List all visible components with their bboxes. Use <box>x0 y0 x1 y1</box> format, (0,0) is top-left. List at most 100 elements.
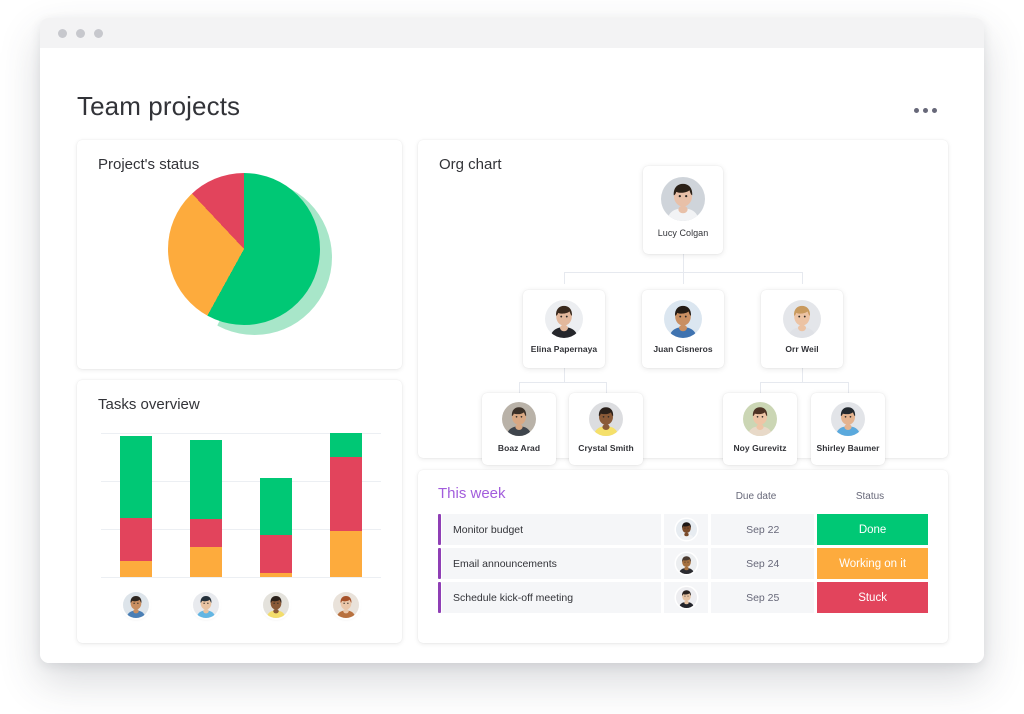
bar-chart-axis-avatars <box>101 592 381 622</box>
org-chart-card: Org chart Lucy Colgan Elina Papernaya Juan… <box>418 140 948 465</box>
bar-segment-working-on-it <box>330 530 362 577</box>
org-node-name: Boaz Arad <box>497 443 541 453</box>
task-assignee-cell[interactable] <box>663 548 709 579</box>
org-chart-canvas: Lucy Colgan Elina Papernaya Juan Cisneros O… <box>418 140 948 465</box>
column-header-due-date: Due date <box>735 491 777 502</box>
org-node-name: Lucy Colgan <box>657 228 709 238</box>
connector-elina-drop-2 <box>606 382 607 393</box>
close-dot[interactable] <box>58 28 67 38</box>
org-node-orr-weil[interactable]: Orr Weil <box>761 290 843 368</box>
this-week-title: This week <box>438 485 506 502</box>
avatar-boaz <box>502 402 536 436</box>
bar-axis-avatar[interactable] <box>123 592 149 618</box>
row-accent-bar <box>438 548 441 579</box>
bar-segment-stuck <box>190 519 222 547</box>
task-assignee-cell[interactable] <box>663 514 709 545</box>
org-node-juan-cisneros[interactable]: Juan Cisneros <box>642 290 724 368</box>
connector-elina-bus <box>519 382 606 383</box>
bar-segment-done <box>120 435 152 518</box>
task-name-cell[interactable]: Monitor budget <box>442 514 661 545</box>
this-week-card: This week Due date Status Monitor budget… <box>418 470 948 643</box>
connector-elina-stem <box>564 368 565 382</box>
bar-column[interactable] <box>120 435 152 577</box>
connector-level2-drop <box>564 272 565 284</box>
avatar-shirley <box>831 402 865 436</box>
task-status-cell[interactable]: Done <box>817 514 928 545</box>
dashboard-page: Team projects Project's status Tasks ove… <box>40 48 984 663</box>
bar-segment-working-on-it <box>190 546 222 577</box>
avatar-elina <box>545 300 583 338</box>
task-row[interactable]: Schedule kick-off meeting Sep 25 Stuck <box>438 582 928 613</box>
dot-2 <box>923 107 928 113</box>
connector-level2-center-drop <box>683 272 684 284</box>
org-node-name: Noy Gurevitz <box>733 443 787 453</box>
org-node-crystal-smith[interactable]: Crystal Smith <box>569 393 643 465</box>
avatar-noy <box>743 402 777 436</box>
bar-segment-stuck <box>120 517 152 562</box>
row-accent-bar <box>438 582 441 613</box>
more-options-icon[interactable] <box>914 102 944 118</box>
pie-disc[interactable] <box>168 173 320 325</box>
avatar-task-2 <box>675 553 697 574</box>
bar-segment-done <box>260 477 292 536</box>
org-node-lucy-colgan[interactable]: Lucy Colgan <box>643 166 723 254</box>
connector-level2-drop <box>802 272 803 284</box>
dot-3 <box>932 107 937 113</box>
pie-chart <box>165 168 332 348</box>
org-node-name: Orr Weil <box>785 344 819 354</box>
avatar-task-3 <box>675 587 697 608</box>
bar-chart-plot <box>101 427 381 578</box>
bar-axis-avatar[interactable] <box>333 592 359 618</box>
browser-window: Team projects Project's status Tasks ove… <box>40 18 984 663</box>
org-node-name: Shirley Baumer <box>816 443 880 453</box>
connector-elina-drop-1 <box>519 382 520 393</box>
task-assignee-cell[interactable] <box>663 582 709 613</box>
org-node-noy-gurevitz[interactable]: Noy Gurevitz <box>723 393 797 465</box>
maximize-dot[interactable] <box>94 28 103 38</box>
task-due-date-cell[interactable]: Sep 24 <box>711 548 815 579</box>
task-due-date-cell[interactable]: Sep 25 <box>711 582 815 613</box>
bar-segment-working-on-it <box>260 572 292 577</box>
connector-orr-bus <box>760 382 848 383</box>
connector-orr-drop-2 <box>848 382 849 393</box>
task-status-cell[interactable]: Working on it <box>817 548 928 579</box>
bar-column[interactable] <box>330 433 362 577</box>
avatar-juan <box>664 300 702 338</box>
connector-orr-drop-1 <box>760 382 761 393</box>
bar-axis-avatar[interactable] <box>263 592 289 618</box>
connector-root-stem <box>683 254 684 272</box>
bar-segment-stuck <box>330 457 362 531</box>
window-titlebar <box>40 18 984 48</box>
gridline <box>101 577 381 578</box>
bar-segment-done <box>190 440 222 520</box>
avatar-lucy <box>661 177 705 221</box>
avatar-task-1 <box>675 519 697 540</box>
column-header-status: Status <box>855 491 885 502</box>
bar-column[interactable] <box>190 440 222 577</box>
org-node-shirley-baumer[interactable]: Shirley Baumer <box>811 393 885 465</box>
org-node-name: Crystal Smith <box>578 443 634 453</box>
bar-segment-stuck <box>260 535 292 573</box>
avatar-orr <box>783 300 821 338</box>
bar-segment-working-on-it <box>120 561 152 577</box>
tasks-overview-card: Tasks overview <box>77 380 402 643</box>
org-node-name: Elina Papernaya <box>530 344 598 354</box>
minimize-dot[interactable] <box>76 28 85 38</box>
bar-axis-avatar[interactable] <box>193 592 219 618</box>
page-title: Team projects <box>77 91 241 121</box>
task-status-cell[interactable]: Stuck <box>817 582 928 613</box>
task-row[interactable]: Email announcements Sep 24 Working on it <box>438 548 928 579</box>
org-node-boaz-arad[interactable]: Boaz Arad <box>482 393 556 465</box>
connector-orr-stem <box>802 368 803 382</box>
dot-1 <box>914 107 919 113</box>
task-row[interactable]: Monitor budget Sep 22 Done <box>438 514 928 545</box>
task-due-date-cell[interactable]: Sep 22 <box>711 514 815 545</box>
row-accent-bar <box>438 514 441 545</box>
projects-status-card: Project's status <box>77 140 402 369</box>
task-name-cell[interactable]: Schedule kick-off meeting <box>442 582 661 613</box>
bar-segment-done <box>330 433 362 458</box>
org-node-elina-papernaya[interactable]: Elina Papernaya <box>523 290 605 368</box>
task-name-cell[interactable]: Email announcements <box>442 548 661 579</box>
org-node-name: Juan Cisneros <box>653 344 713 354</box>
bar-column[interactable] <box>260 477 292 577</box>
